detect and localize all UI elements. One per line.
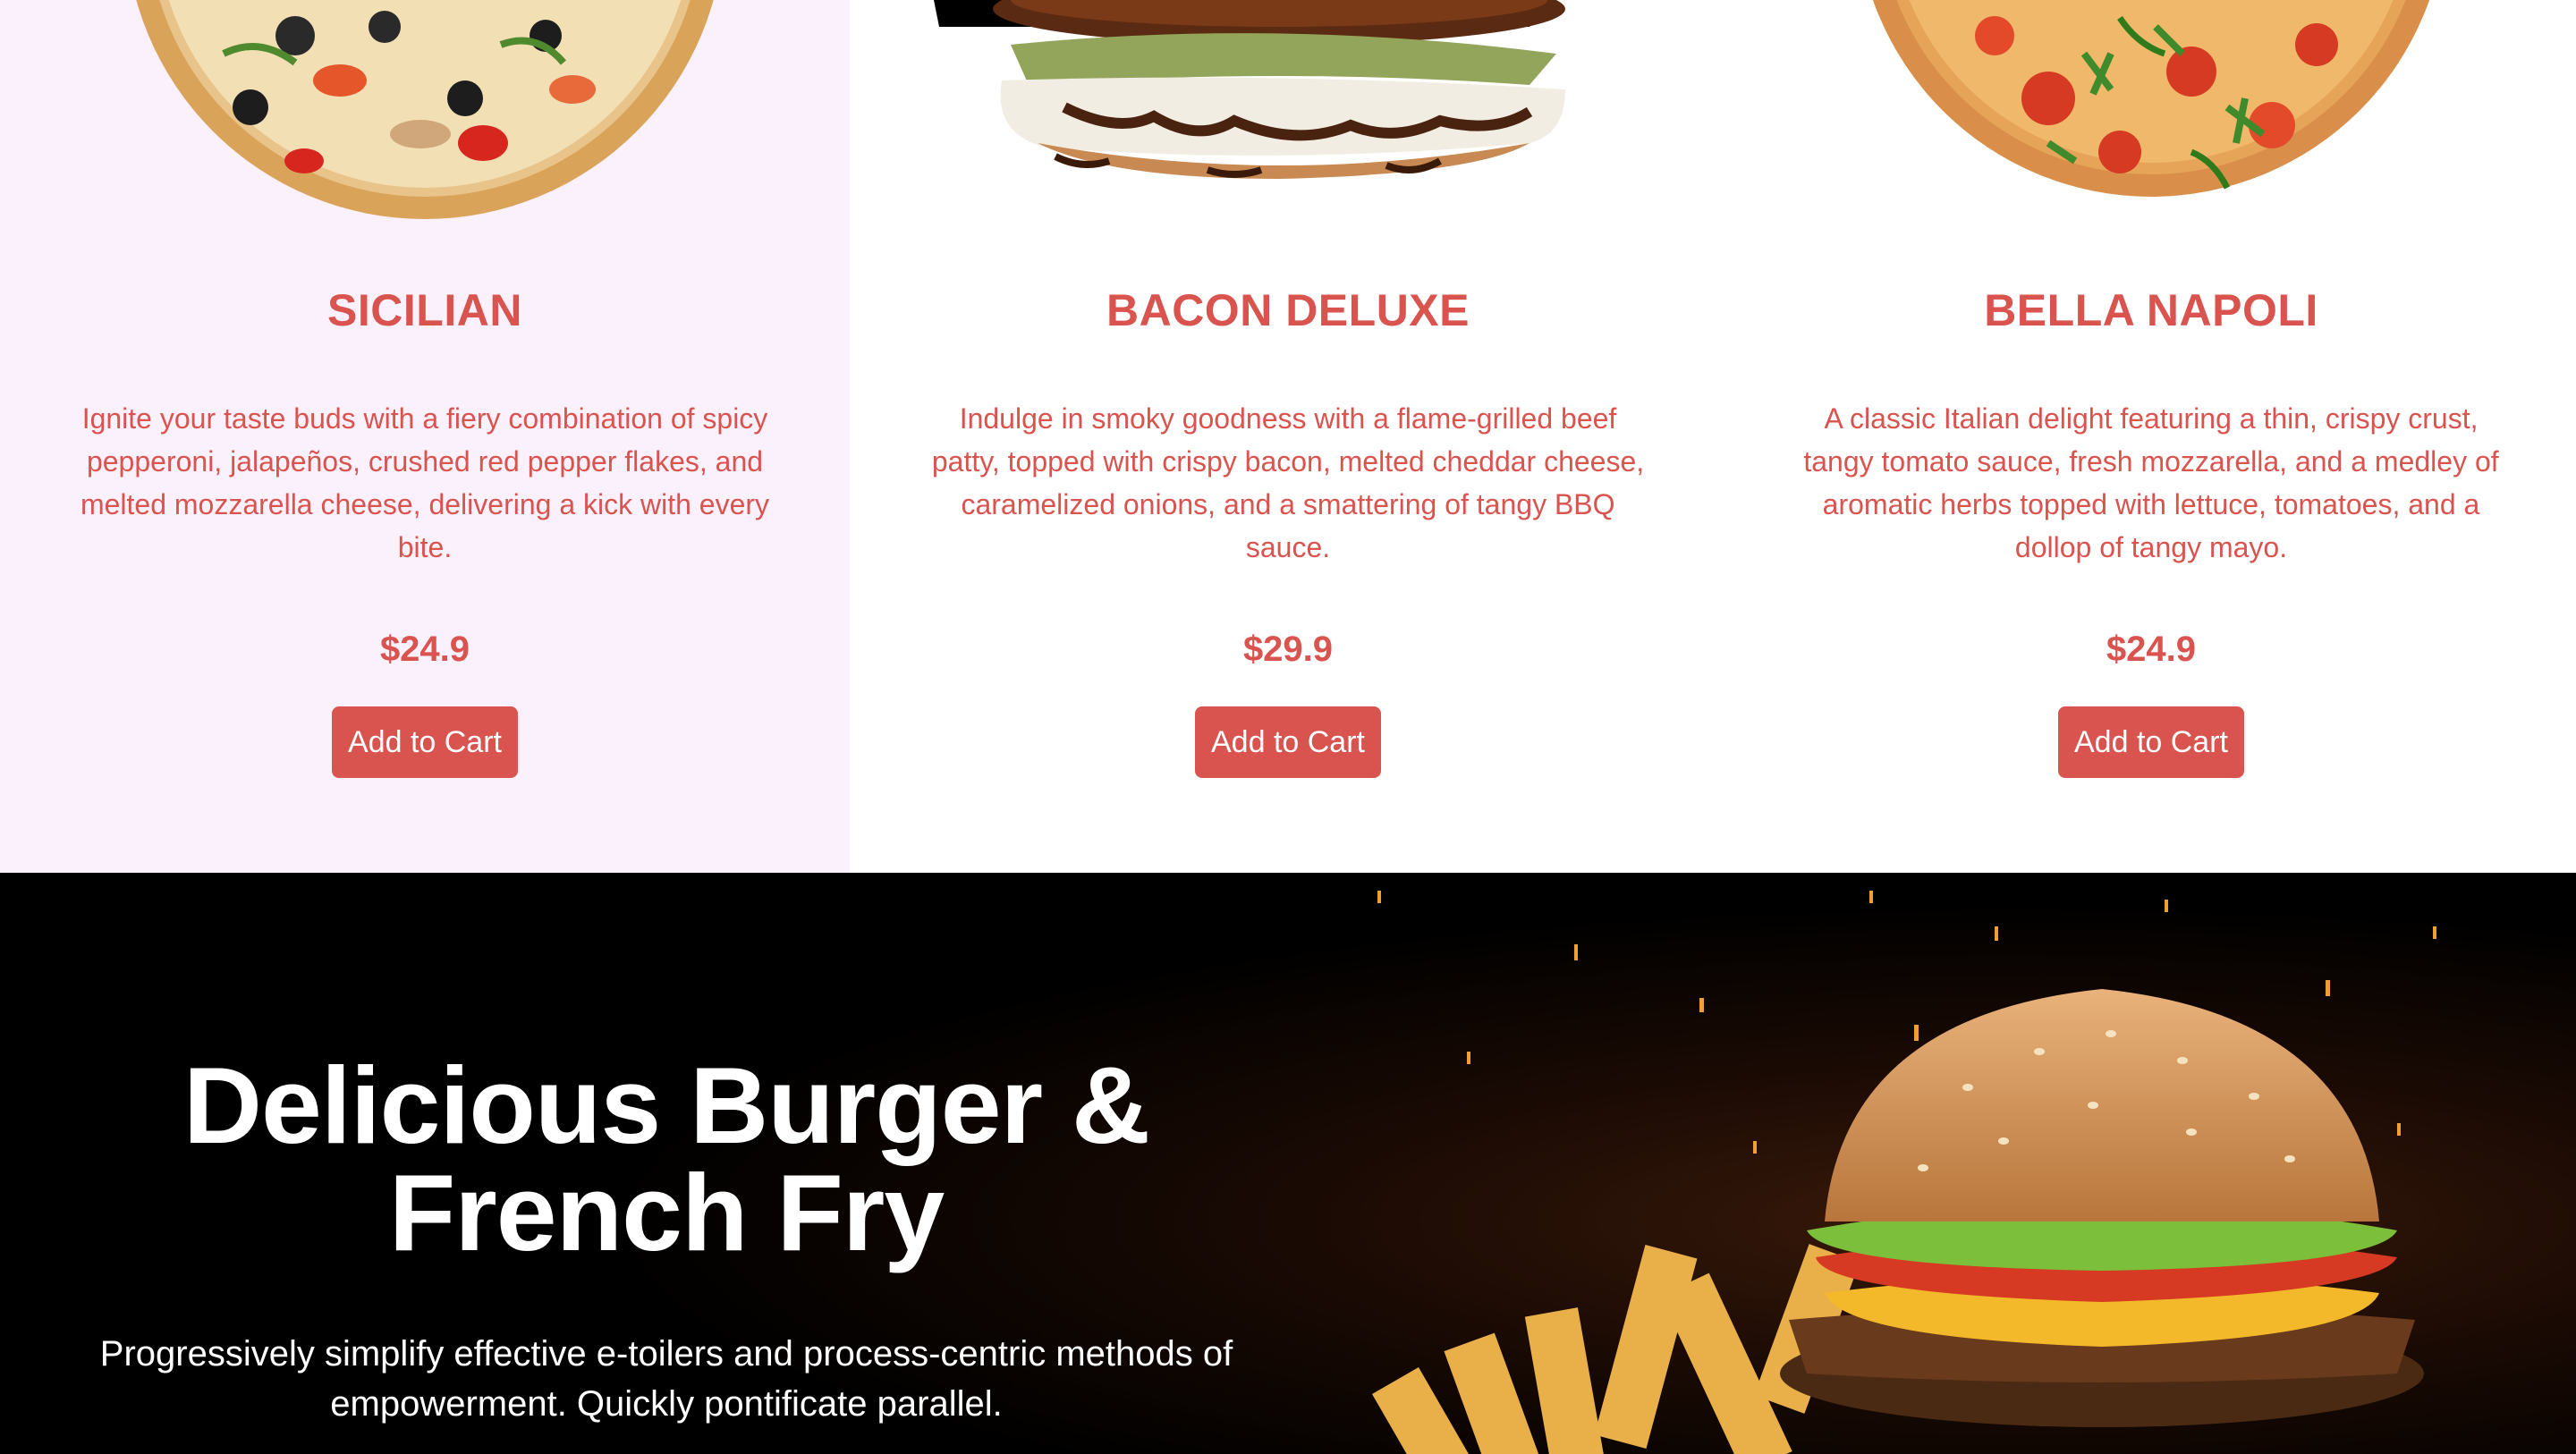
add-to-cart-button[interactable]: Add to Cart (1195, 706, 1381, 778)
product-card-bella-napoli: BELLA NAPOLI A classic Italian delight f… (1726, 0, 2576, 873)
product-title: SICILIAN (327, 285, 522, 335)
product-card-sicilian: SICILIAN Ignite your taste buds with a f… (0, 0, 850, 873)
product-title: BACON DELUXE (1106, 285, 1470, 335)
product-price: $24.9 (2106, 630, 2197, 669)
product-title: BELLA NAPOLI (1984, 285, 2318, 335)
product-price: $24.9 (379, 630, 470, 669)
product-card-bacon-deluxe: BACON DELUXE Indulge in smoky goodness w… (850, 0, 1726, 873)
product-price: $29.9 (1242, 630, 1334, 669)
burger-image (850, 0, 1726, 224)
hero-title: Delicious Burger & French Fry (182, 1044, 1150, 1273)
product-description: Ignite your taste buds with a fiery comb… (80, 402, 770, 563)
product-grid: SICILIAN Ignite your taste buds with a f… (0, 0, 2576, 873)
product-description: Indulge in smoky goodness with a flame-g… (931, 402, 1645, 563)
pizza-image (136, 0, 714, 219)
hero-banner: Delicious Burger & French Fry Progressiv… (0, 873, 2576, 1454)
hero-subtitle: Progressively simplify effective e-toile… (99, 1334, 1233, 1424)
pizza-image (1872, 0, 2430, 197)
add-to-cart-button[interactable]: Add to Cart (332, 706, 518, 778)
add-to-cart-button[interactable]: Add to Cart (2058, 706, 2244, 778)
product-description: A classic Italian delight featuring a th… (1803, 402, 2499, 563)
